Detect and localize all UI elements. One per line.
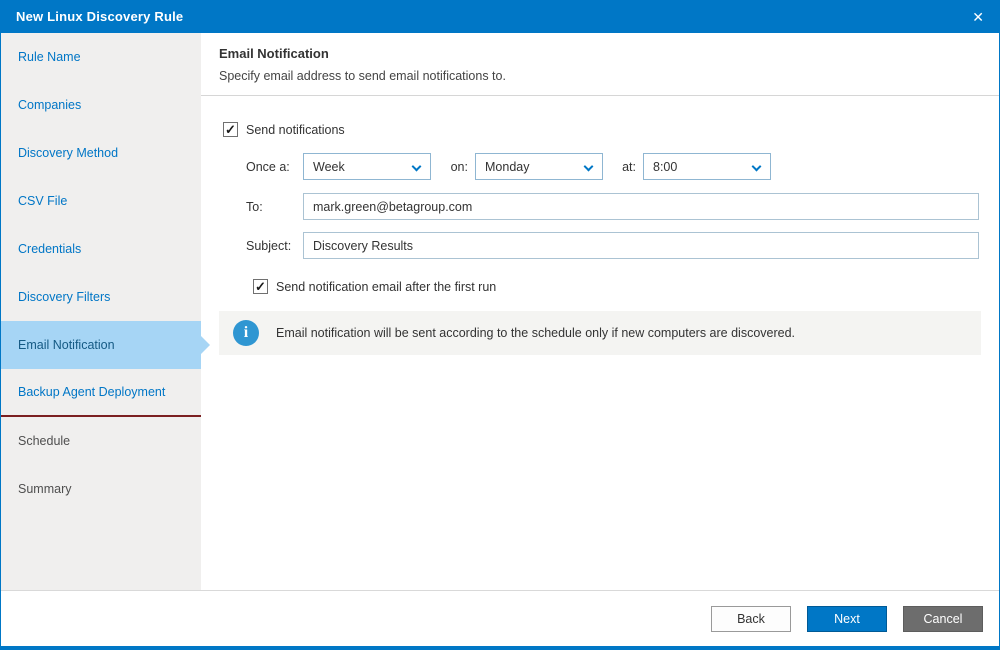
info-icon: i <box>233 320 259 346</box>
once-a-label: Once a: <box>246 160 303 174</box>
chevron-down-icon <box>412 162 422 172</box>
subject-row: Subject: <box>246 232 979 259</box>
cancel-button[interactable]: Cancel <box>903 606 983 632</box>
titlebar: New Linux Discovery Rule ✕ <box>1 0 999 33</box>
on-label: on: <box>448 160 475 174</box>
sidebar-item-summary[interactable]: Summary <box>1 465 201 513</box>
sidebar-item-backup-agent-deployment[interactable]: Backup Agent Deployment <box>1 369 201 417</box>
sidebar-item-discovery-filters[interactable]: Discovery Filters <box>1 273 201 321</box>
sidebar-item-credentials[interactable]: Credentials <box>1 225 201 273</box>
page-subtitle: Specify email address to send email noti… <box>219 69 979 83</box>
main-area: Rule Name Companies Discovery Method CSV… <box>1 33 999 590</box>
sidebar-item-csv-file[interactable]: CSV File <box>1 177 201 225</box>
sidebar-item-rule-name[interactable]: Rule Name <box>1 33 201 81</box>
to-label: To: <box>246 200 303 214</box>
sidebar-item-discovery-method[interactable]: Discovery Method <box>1 129 201 177</box>
wizard-steps-sidebar: Rule Name Companies Discovery Method CSV… <box>1 33 201 590</box>
subject-label: Subject: <box>246 239 303 253</box>
info-banner: i Email notification will be sent accord… <box>219 311 981 355</box>
new-linux-discovery-rule-dialog: New Linux Discovery Rule ✕ Rule Name Com… <box>0 0 1000 650</box>
schedule-row: Once a: Week on: Monday at: 8:00 <box>246 153 999 180</box>
content-pane: Email Notification Specify email address… <box>201 33 999 590</box>
subject-input[interactable] <box>303 232 979 259</box>
period-select[interactable]: Week <box>303 153 431 180</box>
sidebar-item-schedule[interactable]: Schedule <box>1 417 201 465</box>
footer-bar: Back Next Cancel <box>1 590 999 646</box>
window-title: New Linux Discovery Rule <box>16 9 183 24</box>
content-header: Email Notification Specify email address… <box>201 33 999 96</box>
send-notifications-label: Send notifications <box>246 123 345 137</box>
to-input[interactable] <box>303 193 979 220</box>
time-select-value: 8:00 <box>653 160 677 174</box>
page-title: Email Notification <box>219 46 979 61</box>
day-select-value: Monday <box>485 160 529 174</box>
at-label: at: <box>618 160 643 174</box>
info-text: Email notification will be sent accordin… <box>276 326 795 340</box>
close-icon[interactable]: ✕ <box>972 10 984 24</box>
email-notification-form: Send notifications Once a: Week on: Mond… <box>201 96 999 590</box>
send-notifications-checkbox[interactable] <box>223 122 238 137</box>
first-run-label: Send notification email after the first … <box>276 280 496 294</box>
to-row: To: <box>246 193 979 220</box>
first-run-checkbox[interactable] <box>253 279 268 294</box>
chevron-down-icon <box>584 162 594 172</box>
sidebar-item-companies[interactable]: Companies <box>1 81 201 129</box>
sidebar-item-email-notification[interactable]: Email Notification <box>1 321 201 369</box>
back-button[interactable]: Back <box>711 606 791 632</box>
next-button[interactable]: Next <box>807 606 887 632</box>
send-notifications-row: Send notifications <box>223 122 999 137</box>
day-select[interactable]: Monday <box>475 153 603 180</box>
period-select-value: Week <box>313 160 345 174</box>
chevron-down-icon <box>752 162 762 172</box>
time-select[interactable]: 8:00 <box>643 153 771 180</box>
first-run-row: Send notification email after the first … <box>253 279 999 294</box>
